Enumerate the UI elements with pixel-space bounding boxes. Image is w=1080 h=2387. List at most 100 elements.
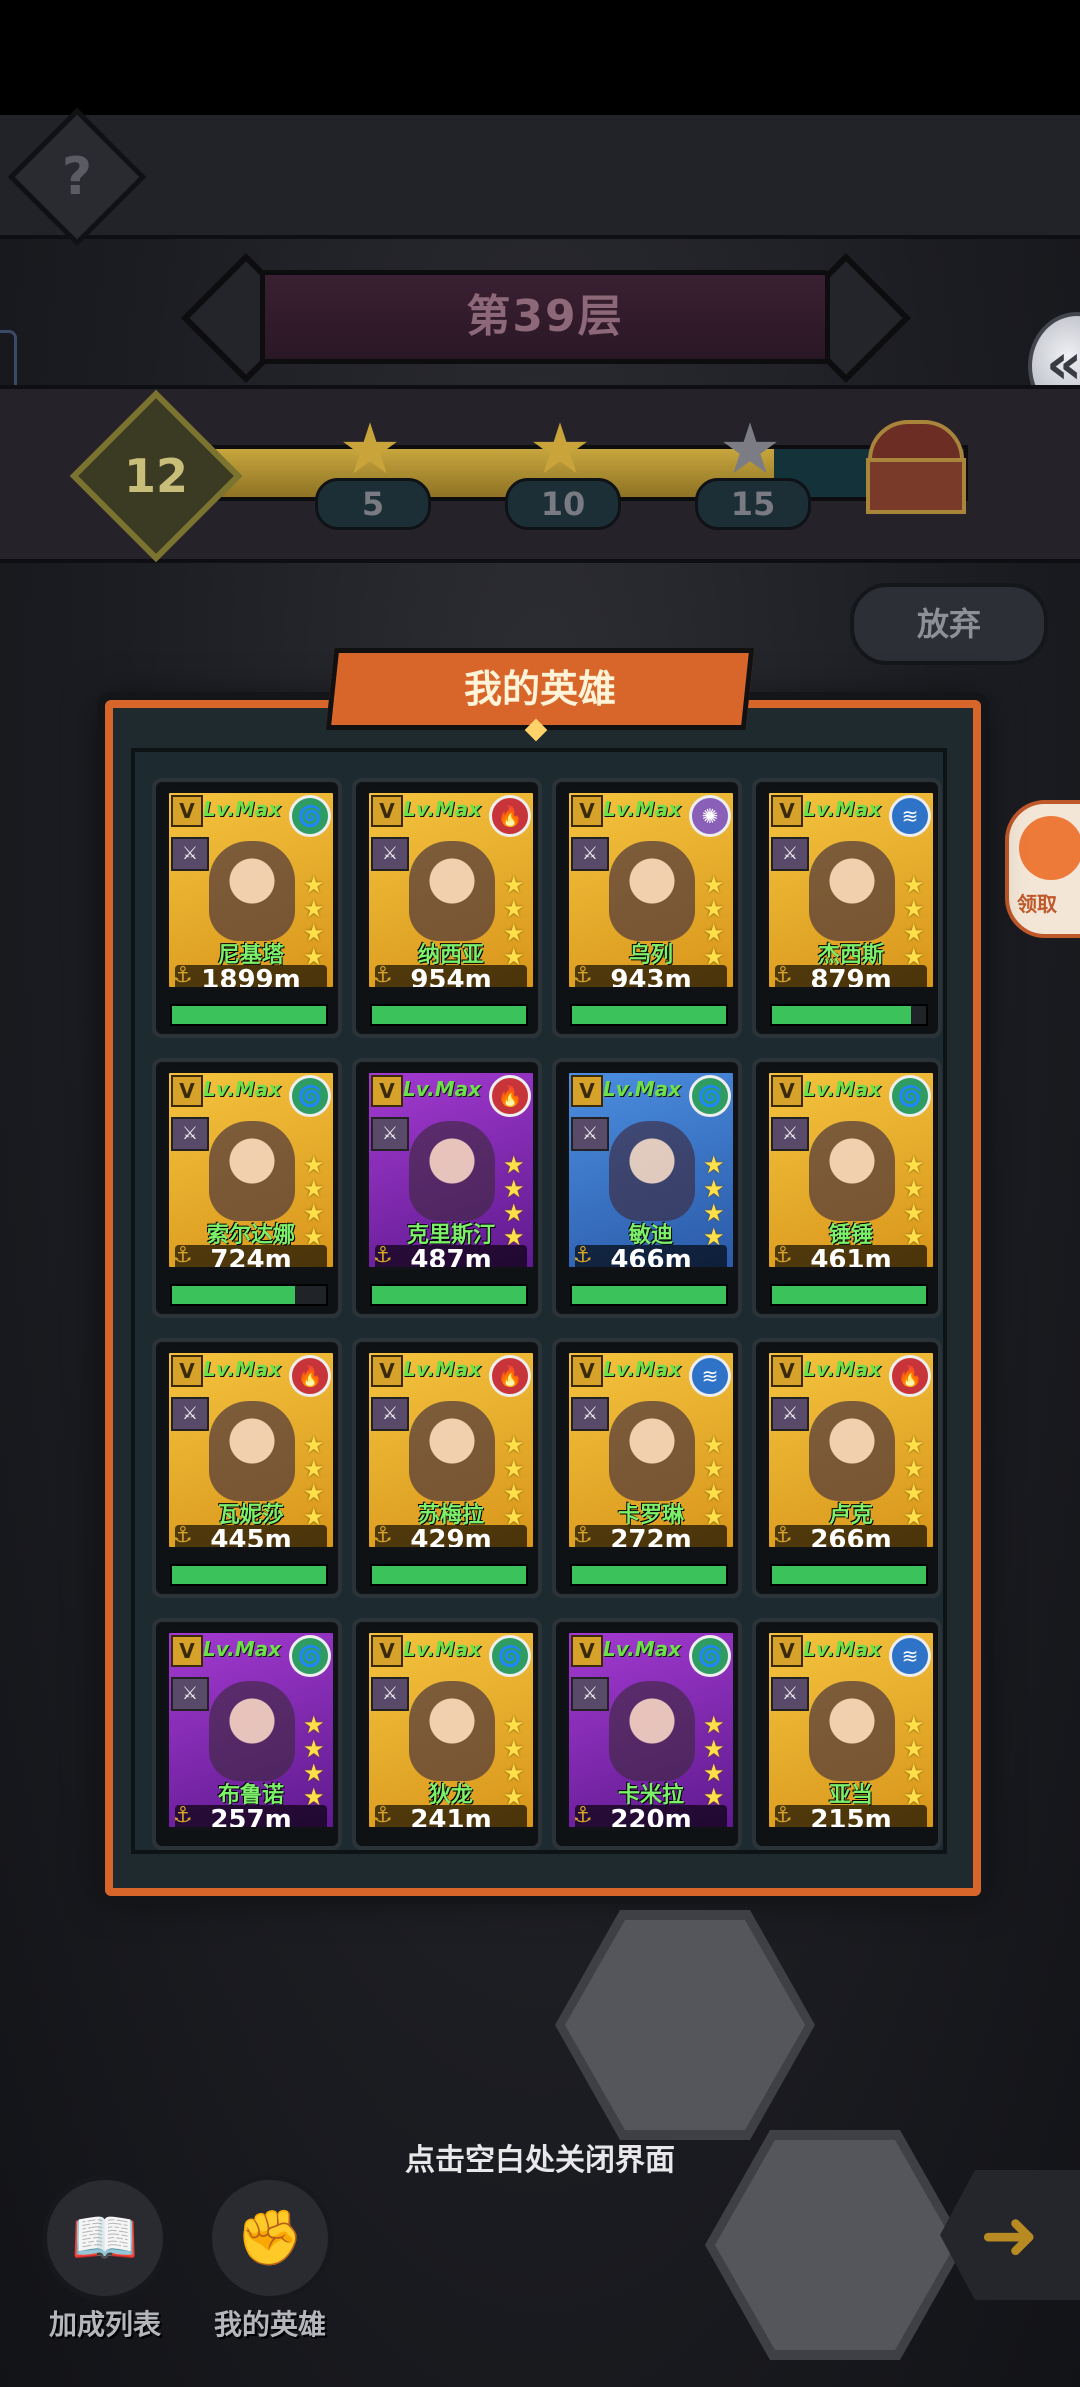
hero-distance: 466m <box>575 1245 727 1267</box>
hero-card[interactable]: V Lv.Max 🌀 ⚔ ★ ★ ★ ★ 锤锤 461m ⚓ <box>752 1058 942 1318</box>
wind-element-icon: 🌀 <box>689 1635 731 1677</box>
status-bar <box>0 0 1080 115</box>
hero-avatar <box>609 1681 695 1781</box>
weapon-icon: ⚔ <box>171 837 209 871</box>
hero-distance: 724m <box>175 1245 327 1267</box>
hero-card[interactable]: V Lv.Max 🌀 ⚔ ★ ★ ★ ★ 狄龙 241m ⚓ <box>352 1618 542 1850</box>
hero-portrait: V Lv.Max 🌀 ⚔ ★ ★ ★ ★ 布鲁诺 257m ⚓ <box>166 1630 336 1830</box>
hero-portrait: V Lv.Max 🌀 ⚔ ★ ★ ★ ★ 尼基塔 1899m ⚓ <box>166 790 336 990</box>
rarity-badge: V <box>371 795 403 827</box>
hero-distance: 943m <box>575 965 727 987</box>
anchor-icon: ⚓ <box>773 963 793 988</box>
wind-element-icon: 🌀 <box>289 1075 331 1117</box>
milestone-star-3: ★ 15 <box>695 414 811 530</box>
close-hint: 点击空白处关闭界面 <box>405 2143 675 2178</box>
hero-portrait: V Lv.Max 🌀 ⚔ ★ ★ ★ ★ 卡米拉 220m ⚓ <box>566 1630 736 1830</box>
hero-card[interactable]: V Lv.Max 🔥 ⚔ ★ ★ ★ ★ 苏梅拉 429m ⚓ <box>352 1338 542 1598</box>
hero-level: Lv.Max <box>803 1077 882 1101</box>
hero-card[interactable]: V Lv.Max ≋ ⚔ ★ ★ ★ ★ 亚当 215m ⚓ <box>752 1618 942 1850</box>
weapon-icon: ⚔ <box>171 1677 209 1711</box>
hero-card[interactable]: V Lv.Max 🔥 ⚔ ★ ★ ★ ★ 纳西亚 954m ⚓ <box>352 778 542 1038</box>
hero-avatar <box>809 1121 895 1221</box>
hero-distance: 879m <box>775 965 927 987</box>
hero-portrait: V Lv.Max 🌀 ⚔ ★ ★ ★ ★ 锤锤 461m ⚓ <box>766 1070 936 1270</box>
hero-level: Lv.Max <box>203 1077 282 1101</box>
milestone-value: 5 <box>315 478 431 530</box>
hero-avatar <box>409 1681 495 1781</box>
star-icon: ★ <box>718 408 782 490</box>
hp-bar <box>770 1284 928 1306</box>
hero-portrait: V Lv.Max ✺ ⚔ ★ ★ ★ ★ 乌列 943m ⚓ <box>566 790 736 990</box>
fire-element-icon: 🔥 <box>489 1075 531 1117</box>
bonus-list-button[interactable]: 📖 加成列表 <box>40 2175 170 2343</box>
anchor-icon: ⚓ <box>173 963 193 988</box>
anchor-icon: ⚓ <box>573 963 593 988</box>
wind-element-icon: 🌀 <box>689 1075 731 1117</box>
hp-bar <box>770 1004 928 1026</box>
anchor-icon: ⚓ <box>573 1243 593 1268</box>
wind-element-icon: 🌀 <box>289 795 331 837</box>
rarity-badge: V <box>371 1355 403 1387</box>
rarity-badge: V <box>571 1635 603 1667</box>
anchor-icon: ⚓ <box>773 1803 793 1828</box>
rarity-badge: V <box>771 1075 803 1107</box>
hero-portrait: V Lv.Max ≋ ⚔ ★ ★ ★ ★ 亚当 215m ⚓ <box>766 1630 936 1830</box>
hero-card[interactable]: V Lv.Max 🌀 ⚔ ★ ★ ★ ★ 索尔达娜 724m ⚓ <box>152 1058 342 1318</box>
rarity-badge: V <box>571 1355 603 1387</box>
hero-card[interactable]: V Lv.Max ✺ ⚔ ★ ★ ★ ★ 乌列 943m ⚓ <box>552 778 742 1038</box>
panel-header: 我的英雄 <box>290 640 780 742</box>
hero-card[interactable]: V Lv.Max 🌀 ⚔ ★ ★ ★ ★ 布鲁诺 257m ⚓ <box>152 1618 342 1850</box>
chest-icon[interactable] <box>862 420 966 514</box>
hero-portrait: V Lv.Max 🔥 ⚔ ★ ★ ★ ★ 纳西亚 954m ⚓ <box>366 790 536 990</box>
hero-card[interactable]: V Lv.Max 🔥 ⚔ ★ ★ ★ ★ 瓦妮莎 445m ⚓ <box>152 1338 342 1598</box>
hero-card[interactable]: V Lv.Max 🌀 ⚔ ★ ★ ★ ★ 敏迪 466m ⚓ <box>552 1058 742 1318</box>
hero-card[interactable]: V Lv.Max 🔥 ⚔ ★ ★ ★ ★ 克里斯汀 487m ⚓ <box>352 1058 542 1318</box>
my-heroes-button[interactable]: ✊ 我的英雄 <box>205 2175 335 2343</box>
anchor-icon: ⚓ <box>173 1523 193 1548</box>
hero-level: Lv.Max <box>803 1357 882 1381</box>
hero-portrait: V Lv.Max 🔥 ⚔ ★ ★ ★ ★ 克里斯汀 487m ⚓ <box>366 1070 536 1270</box>
my-heroes-label: 我的英雄 <box>213 2308 326 2341</box>
hero-level: Lv.Max <box>603 797 682 821</box>
hero-level: Lv.Max <box>203 797 282 821</box>
hp-bar <box>370 1564 528 1586</box>
hero-distance: 487m <box>375 1245 527 1267</box>
hero-card[interactable]: V Lv.Max ≋ ⚔ ★ ★ ★ ★ 杰西斯 879m ⚓ <box>752 778 942 1038</box>
hp-bar <box>170 1284 328 1306</box>
floor-banner: 第39层 <box>170 252 912 384</box>
level-value: 12 <box>123 449 188 503</box>
hp-bar <box>570 1564 728 1586</box>
weapon-icon: ⚔ <box>771 1397 809 1431</box>
hero-card[interactable]: V Lv.Max ≋ ⚔ ★ ★ ★ ★ 卡罗琳 272m ⚓ <box>552 1338 742 1598</box>
rarity-badge: V <box>771 795 803 827</box>
anchor-icon: ⚓ <box>773 1243 793 1268</box>
rarity-badge: V <box>171 1635 203 1667</box>
weapon-icon: ⚔ <box>371 1117 409 1151</box>
hero-card[interactable]: V Lv.Max 🌀 ⚔ ★ ★ ★ ★ 卡米拉 220m ⚓ <box>552 1618 742 1850</box>
hero-distance: 215m <box>775 1805 927 1827</box>
hero-avatar <box>809 1681 895 1781</box>
rarity-badge: V <box>371 1075 403 1107</box>
panel-title: 我的英雄 <box>463 667 616 711</box>
anchor-icon: ⚓ <box>173 1243 193 1268</box>
light-element-icon: ✺ <box>689 795 731 837</box>
fist-icon: ✊ <box>207 2175 333 2301</box>
star-icon: ★ <box>338 408 402 490</box>
water-element-icon: ≋ <box>889 795 931 837</box>
anchor-icon: ⚓ <box>373 963 393 988</box>
rarity-badge: V <box>171 795 203 827</box>
claim-reward-button[interactable]: 领取 <box>1005 800 1080 938</box>
hero-portrait: V Lv.Max 🌀 ⚔ ★ ★ ★ ★ 索尔达娜 724m ⚓ <box>166 1070 336 1270</box>
hero-avatar <box>609 841 695 941</box>
hero-distance: 429m <box>375 1525 527 1547</box>
hero-distance: 954m <box>375 965 527 987</box>
hero-card[interactable]: V Lv.Max 🔥 ⚔ ★ ★ ★ ★ 卢克 266m ⚓ <box>752 1338 942 1598</box>
hero-card[interactable]: V Lv.Max 🌀 ⚔ ★ ★ ★ ★ 尼基塔 1899m ⚓ <box>152 778 342 1038</box>
weapon-icon: ⚔ <box>371 1677 409 1711</box>
hero-distance: 461m <box>775 1245 927 1267</box>
claim-label: 领取 <box>1017 892 1057 916</box>
weapon-icon: ⚔ <box>371 1397 409 1431</box>
anchor-icon: ⚓ <box>373 1803 393 1828</box>
video-icon <box>1019 816 1080 880</box>
hero-portrait: V Lv.Max 🔥 ⚔ ★ ★ ★ ★ 苏梅拉 429m ⚓ <box>366 1350 536 1550</box>
